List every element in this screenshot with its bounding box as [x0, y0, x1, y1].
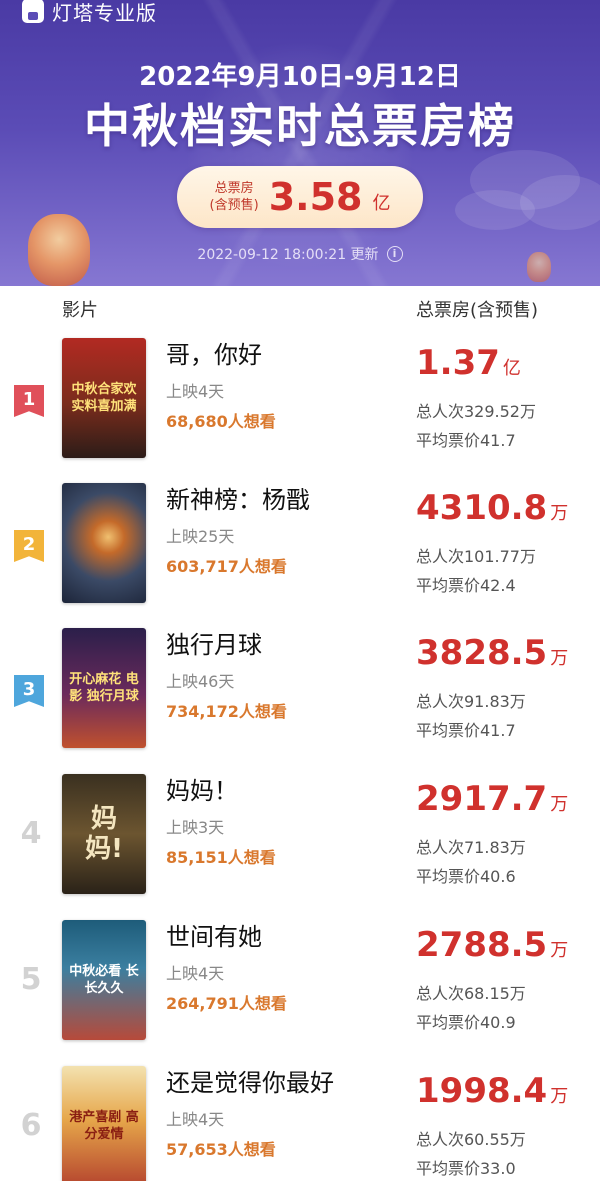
movie-title: 独行月球 — [166, 631, 262, 659]
box-office-value: 2788.5 万 — [416, 925, 568, 965]
box-office-unit: 万 — [550, 648, 569, 669]
box-office-unit: 亿 — [502, 358, 521, 379]
total-admissions: 总人次60.55万 — [416, 1130, 526, 1149]
want-to-see-count: 734,172人想看 — [166, 702, 287, 721]
table-header: 影片 总票房(含预售) — [0, 290, 600, 324]
movie-row[interactable]: 2 新神榜：杨戬 上映25天 603,717人想看 4310.8 万 总人次101… — [0, 480, 600, 625]
box-office-number: 1998.4 — [416, 1071, 548, 1111]
want-to-see-count: 603,717人想看 — [166, 557, 287, 576]
release-days: 上映25天 — [166, 527, 235, 546]
average-ticket-price: 平均票价33.0 — [416, 1159, 516, 1178]
movie-row[interactable]: 6 港产喜剧 高分爱情 还是觉得你最好 上映4天 57,653人想看 1998.… — [0, 1063, 600, 1181]
want-to-see-count: 264,791人想看 — [166, 994, 287, 1013]
hero-banner: 灯塔专业版 2022年9月10日-9月12日 中秋档实时总票房榜 总票房 (含预… — [0, 0, 600, 286]
want-to-see-count: 85,151人想看 — [166, 848, 276, 867]
average-ticket-price: 平均票价42.4 — [416, 576, 516, 595]
box-office-number: 1.37 — [416, 343, 500, 383]
movie-title: 新神榜：杨戬 — [166, 486, 310, 514]
page-title: 中秋档实时总票房榜 — [84, 99, 516, 153]
movie-poster[interactable]: 中秋合家欢 实料喜加满 — [62, 338, 146, 458]
release-days: 上映4天 — [166, 964, 225, 983]
total-value: 3.58 — [268, 175, 363, 219]
cloud-decoration — [455, 190, 535, 230]
poster-text: 港产喜剧 高分爱情 — [69, 1110, 139, 1142]
release-days: 上映4天 — [166, 382, 225, 401]
movie-row[interactable]: 1 中秋合家欢 实料喜加满 哥，你好 上映4天 68,680人想看 1.37 亿 … — [0, 335, 600, 480]
box-office-unit: 万 — [550, 1086, 569, 1107]
date-range: 2022年9月10日-9月12日 — [139, 62, 461, 92]
movie-poster[interactable]: 中秋必看 长长久久 — [62, 920, 146, 1040]
want-to-see-count: 68,680人想看 — [166, 412, 276, 431]
box-office-number: 4310.8 — [416, 488, 548, 528]
movie-title: 哥，你好 — [166, 341, 262, 369]
average-ticket-price: 平均票价40.9 — [416, 1013, 516, 1032]
release-days: 上映3天 — [166, 818, 225, 837]
poster-text: 中秋合家欢 实料喜加满 — [71, 382, 137, 414]
total-box-office-badge: 总票房 (含预售) 3.58 亿 — [177, 166, 423, 228]
app-logo[interactable]: 灯塔专业版 — [22, 0, 157, 25]
total-admissions: 总人次91.83万 — [416, 692, 526, 711]
rank-flag: 1 — [14, 385, 44, 417]
box-office-value: 1998.4 万 — [416, 1071, 568, 1111]
movie-title: 妈妈！ — [166, 777, 238, 805]
release-days: 上映4天 — [166, 1110, 225, 1129]
column-header-box-office: 总票房(含预售) — [416, 300, 539, 321]
box-office-number: 2788.5 — [416, 925, 548, 965]
box-office-number: 2917.7 — [416, 779, 548, 819]
want-to-see-count: 57,653人想看 — [166, 1140, 276, 1159]
box-office-unit: 万 — [550, 940, 569, 961]
average-ticket-price: 平均票价41.7 — [416, 431, 516, 450]
poster-text: 中秋必看 长长久久 — [69, 964, 139, 996]
movie-poster[interactable]: 港产喜剧 高分爱情 — [62, 1066, 146, 1181]
rank-flag: 3 — [14, 675, 44, 707]
movie-poster[interactable] — [62, 483, 146, 603]
box-office-value: 2917.7 万 — [416, 779, 568, 819]
total-admissions: 总人次101.77万 — [416, 547, 536, 566]
movie-row[interactable]: 4 妈 妈! 妈妈！ 上映3天 85,151人想看 2917.7 万 总人次71.… — [0, 771, 600, 916]
app-logo-text: 灯塔专业版 — [52, 0, 157, 25]
lighthouse-icon — [22, 0, 44, 23]
poster-text: 开心麻花 电影 独行月球 — [69, 672, 139, 704]
average-ticket-price: 平均票价41.7 — [416, 721, 516, 740]
box-office-unit: 万 — [550, 794, 569, 815]
rank-number: 4 — [20, 816, 42, 851]
rank-number: 5 — [20, 962, 42, 997]
movie-poster[interactable]: 开心麻花 电影 独行月球 — [62, 628, 146, 748]
total-admissions: 总人次71.83万 — [416, 838, 526, 857]
box-office-value: 1.37 亿 — [416, 343, 521, 383]
poster-text: 妈 妈! — [85, 804, 123, 864]
release-days: 上映46天 — [166, 672, 235, 691]
movie-title: 世间有她 — [166, 923, 262, 951]
total-label-line1: 总票房 — [214, 181, 254, 196]
movie-row[interactable]: 3 开心麻花 电影 独行月球 独行月球 上映46天 734,172人想看 382… — [0, 625, 600, 770]
update-timestamp: 2022-09-12 18:00:21 更新 — [197, 247, 379, 263]
box-office-unit: 万 — [550, 503, 569, 524]
rank-flag: 2 — [14, 530, 44, 562]
total-unit: 亿 — [372, 193, 391, 214]
info-icon[interactable]: i — [386, 246, 403, 262]
movie-poster[interactable]: 妈 妈! — [62, 774, 146, 894]
total-label: 总票房 (含预售) — [210, 180, 259, 214]
box-office-value: 3828.5 万 — [416, 633, 568, 673]
column-header-film: 影片 — [62, 300, 98, 321]
box-office-number: 3828.5 — [416, 633, 548, 673]
total-admissions: 总人次68.15万 — [416, 984, 526, 1003]
average-ticket-price: 平均票价40.6 — [416, 867, 516, 886]
total-label-line2: (含预售) — [209, 198, 259, 213]
movie-title: 还是觉得你最好 — [166, 1069, 334, 1097]
update-timestamp-line: 2022-09-12 18:00:21 更新 i — [0, 244, 600, 264]
box-office-value: 4310.8 万 — [416, 488, 568, 528]
rank-number: 6 — [20, 1108, 42, 1143]
total-admissions: 总人次329.52万 — [416, 402, 536, 421]
movie-row[interactable]: 5 中秋必看 长长久久 世间有她 上映4天 264,791人想看 2788.5 万… — [0, 917, 600, 1062]
